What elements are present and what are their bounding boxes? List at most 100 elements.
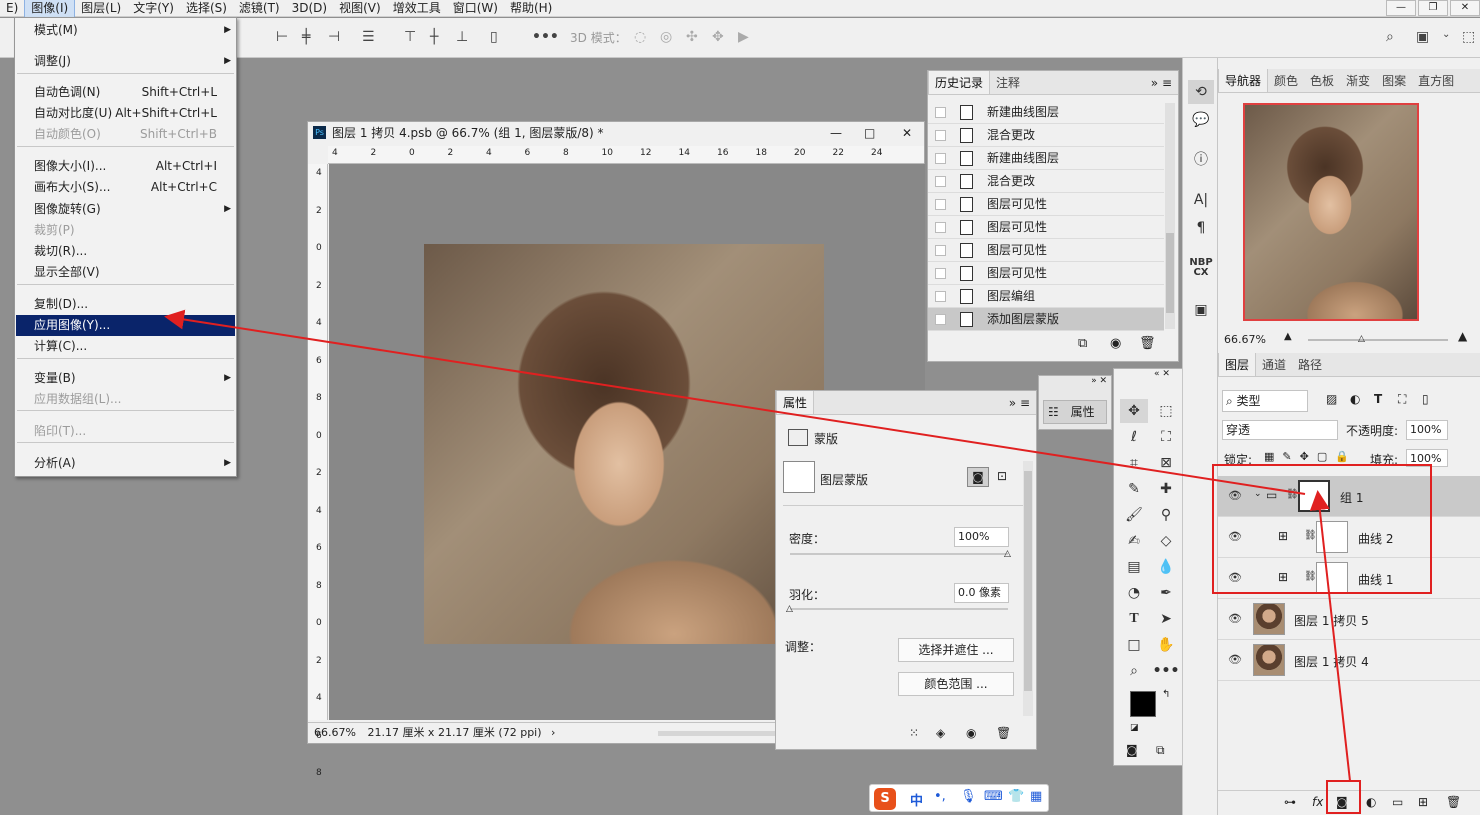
align-middle-icon[interactable]: ┼ xyxy=(430,29,438,45)
chevron-down-icon[interactable]: ⌄ xyxy=(1442,29,1450,40)
adjustment-mask-thumbnail[interactable] xyxy=(1316,562,1348,594)
density-slider-thumb[interactable]: △ xyxy=(1004,549,1011,559)
menu-view[interactable]: 视图(V) xyxy=(333,0,387,17)
properties-panel-button[interactable]: ☷ 属性 xyxy=(1043,400,1107,424)
restore-button[interactable]: ❐ xyxy=(1418,0,1448,16)
zoom-in-icon[interactable]: ▲ xyxy=(1458,329,1467,343)
menu-item[interactable]: 变量(B) ▶ xyxy=(16,368,235,389)
tab-layers[interactable]: 图层 xyxy=(1218,353,1257,376)
fx-icon[interactable]: fx xyxy=(1312,795,1323,809)
add-mask-icon[interactable]: ◙ xyxy=(1336,795,1348,809)
color-range-button[interactable]: 颜色范围 ... xyxy=(898,672,1014,696)
crop-tool-icon[interactable]: ⌗ xyxy=(1120,451,1148,475)
type-tool-icon[interactable]: T xyxy=(1120,607,1148,631)
align-top-icon[interactable]: ⊤ xyxy=(404,29,416,45)
history-panel-icon[interactable]: ⟲ xyxy=(1188,80,1214,104)
zoom-out-icon[interactable]: ▲ xyxy=(1284,331,1292,342)
filter-type-icon[interactable]: T xyxy=(1374,392,1382,406)
tab-patterns[interactable]: 图案 xyxy=(1376,69,1412,92)
menu-item[interactable]: 自动色调(N) Shift+Ctrl+L xyxy=(16,82,235,103)
keyboard-icon[interactable]: ⌨ xyxy=(984,789,1003,804)
tab-swatches[interactable]: 色板 xyxy=(1304,69,1340,92)
history-brush-tool-icon[interactable]: ✍ xyxy=(1120,529,1148,553)
menu-item[interactable]: 计算(C)... xyxy=(16,336,235,357)
link-layers-icon[interactable]: ⊶ xyxy=(1284,795,1296,809)
menu-item[interactable]: 自动对比度(U) Alt+Shift+Ctrl+L xyxy=(16,103,235,124)
marquee-tool-icon[interactable]: ⬚ xyxy=(1152,399,1180,423)
layer-row[interactable]: 👁 图层 1 拷贝 4 xyxy=(1218,640,1480,681)
menu-item[interactable]: 分析(A) ▶ xyxy=(16,453,235,474)
navigator-zoom[interactable]: 66.67% xyxy=(1224,333,1266,346)
density-field[interactable]: 100% xyxy=(954,527,1009,547)
layer-row[interactable]: 👁 图层 1 拷贝 5 xyxy=(1218,599,1480,640)
layer-filter-select[interactable]: ⌕ 类型 xyxy=(1222,390,1308,412)
tab-gradients[interactable]: 渐变 xyxy=(1340,69,1376,92)
close-button[interactable]: ✕ xyxy=(1450,0,1480,16)
pen-tool-icon[interactable]: ✒ xyxy=(1152,581,1180,605)
character-icon[interactable]: A| xyxy=(1188,188,1214,212)
hand-tool-icon[interactable]: ✋ xyxy=(1152,633,1180,657)
menu-edit-partial[interactable]: E) xyxy=(0,0,24,17)
toolbox-icon[interactable]: ▦ xyxy=(1030,789,1042,804)
adjustment-mask-thumbnail[interactable] xyxy=(1316,521,1348,553)
workspace-icon[interactable]: ▣ xyxy=(1416,29,1429,45)
curves-adjust-icon[interactable]: ⊞ xyxy=(1278,570,1288,584)
select-and-mask-button[interactable]: 选择并遮住 ... xyxy=(898,638,1014,662)
plugin-panel-icon[interactable]: ▣ xyxy=(1188,298,1214,322)
nbp-plugin-icon[interactable]: NBP CX xyxy=(1188,258,1214,282)
history-item[interactable]: 混合更改 xyxy=(928,170,1164,193)
menu-item[interactable]: 调整(J) ▶ xyxy=(16,51,235,72)
paragraph-icon[interactable]: ¶ xyxy=(1188,216,1214,240)
menu-item[interactable]: 应用图像(Y)... xyxy=(16,315,235,336)
frame-tool-icon[interactable]: ⊠ xyxy=(1152,451,1180,475)
doc-minimize-button[interactable]: — xyxy=(830,122,842,144)
navigator-zoom-slider[interactable] xyxy=(1308,339,1448,341)
layer-name[interactable]: 曲线 2 xyxy=(1358,530,1393,547)
layer-name[interactable]: 图层 1 拷贝 5 xyxy=(1294,612,1369,629)
doc-zoom[interactable]: 66.67% xyxy=(314,726,356,739)
fill-field[interactable]: 100% xyxy=(1406,449,1448,467)
tab-notes[interactable]: 注释 xyxy=(990,71,1026,94)
tab-paths[interactable]: 路径 xyxy=(1292,353,1328,376)
filter-shape-icon[interactable]: ⛶ xyxy=(1398,392,1406,407)
apply-mask-icon[interactable]: ◈ xyxy=(936,726,945,740)
menu-item[interactable]: 图像旋转(G) ▶ xyxy=(16,199,235,220)
history-checkbox[interactable] xyxy=(935,291,946,302)
menu-3d[interactable]: 3D(D) xyxy=(286,0,333,17)
menu-item[interactable]: 复制(D)... xyxy=(16,294,235,315)
eye-icon[interactable]: 👁 xyxy=(1228,653,1242,666)
portrait-image[interactable] xyxy=(424,244,824,644)
eyedropper-tool-icon[interactable]: ✎ xyxy=(1120,477,1148,501)
filter-pixel-icon[interactable]: ▨ xyxy=(1326,392,1337,406)
menu-help[interactable]: 帮助(H) xyxy=(504,0,558,17)
history-item[interactable]: 图层编组 xyxy=(928,285,1164,308)
3d-pan-icon[interactable]: ✣ xyxy=(686,29,698,45)
menu-item[interactable]: 显示全部(V) xyxy=(16,262,235,283)
lock-options-icon[interactable]: ▦✎✥▢🔒 xyxy=(1264,450,1357,463)
skin-icon[interactable]: 👕 xyxy=(1008,789,1024,804)
feather-slider[interactable] xyxy=(790,608,1008,610)
link-icon[interactable]: ⛓ xyxy=(1304,530,1317,541)
ime-punct[interactable]: •, xyxy=(934,789,946,804)
zoom-tool-icon[interactable]: ⌕ xyxy=(1120,659,1148,683)
lasso-tool-icon[interactable]: ℓ xyxy=(1120,425,1148,449)
expand-chevron-icon[interactable]: ⌄ xyxy=(1254,489,1262,499)
history-checkbox[interactable] xyxy=(935,222,946,233)
3d-camera-icon[interactable]: ▶ xyxy=(738,29,749,45)
eraser-tool-icon[interactable]: ◇ xyxy=(1152,529,1180,553)
layer-name[interactable]: 组 1 xyxy=(1340,489,1363,506)
swap-colors-icon[interactable]: ↰ xyxy=(1162,689,1170,700)
history-item[interactable]: 图层可见性 xyxy=(928,216,1164,239)
new-layer-icon[interactable]: ⊞ xyxy=(1418,795,1428,809)
layer-name[interactable]: 图层 1 拷贝 4 xyxy=(1294,653,1369,670)
feather-slider-thumb[interactable]: △ xyxy=(786,604,793,614)
toolbar-collapse-icon[interactable]: « ✕ xyxy=(1154,369,1170,379)
blur-tool-icon[interactable]: 💧 xyxy=(1152,555,1180,579)
menu-window[interactable]: 窗口(W) xyxy=(447,0,504,17)
blend-mode-select[interactable]: 穿透 xyxy=(1222,420,1338,440)
comment-icon[interactable]: 💬 xyxy=(1188,108,1214,132)
menu-filter[interactable]: 滤镜(T) xyxy=(233,0,286,17)
history-checkbox[interactable] xyxy=(935,314,946,325)
doc-restore-button[interactable]: □ xyxy=(864,122,875,144)
eye-icon[interactable]: 👁 xyxy=(1228,612,1242,625)
